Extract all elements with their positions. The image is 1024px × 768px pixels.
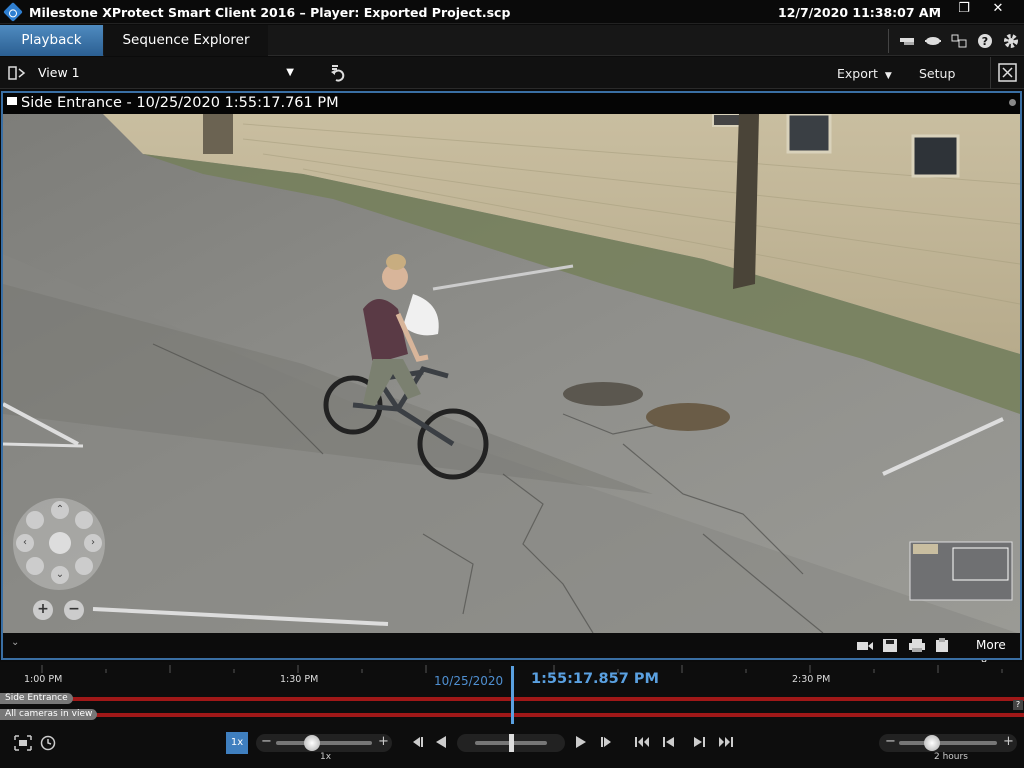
speed-slider[interactable]: − + xyxy=(256,734,392,752)
camera-title: Side Entrance - 10/25/2020 1:55:17.761 P… xyxy=(21,95,339,111)
track-label: All cameras in view xyxy=(0,709,98,720)
zoom-out-icon[interactable]: − xyxy=(64,600,84,620)
export-menu[interactable]: Export ▼ xyxy=(837,66,892,81)
time-span-decrease-icon[interactable]: − xyxy=(885,734,896,749)
camera-status-icon[interactable] xyxy=(924,32,942,50)
save-icon[interactable] xyxy=(882,638,898,656)
record-camera-icon[interactable] xyxy=(856,639,874,656)
export-label: Export xyxy=(837,66,878,81)
svg-text:?: ? xyxy=(982,35,988,48)
snapshot-frame-icon[interactable] xyxy=(14,735,32,755)
close-button[interactable]: ✕ xyxy=(982,0,1014,20)
tick-label: 1:30 PM xyxy=(280,674,319,685)
tick-label: 1:00 PM xyxy=(24,674,63,685)
settings-gear-icon[interactable] xyxy=(1002,32,1020,50)
time-span-slider-knob[interactable] xyxy=(924,735,940,751)
video-feed[interactable]: ⌃ ⌄ ‹ › + − xyxy=(3,114,1020,633)
tab-playback[interactable]: Playback xyxy=(0,25,103,56)
live-indicator-icon xyxy=(1009,99,1016,106)
clipboard-icon[interactable] xyxy=(935,637,949,656)
network-devices-icon[interactable] xyxy=(898,32,916,50)
ptz-control-pad: ⌃ ⌄ ‹ › xyxy=(13,498,105,590)
print-icon[interactable] xyxy=(908,638,926,656)
view-selector[interactable]: View 1 ▼ xyxy=(30,60,300,86)
collapse-chevron-icon[interactable]: ⌄ xyxy=(11,637,19,648)
timeline-playhead[interactable] xyxy=(511,666,514,724)
play-reverse-icon[interactable] xyxy=(434,736,448,752)
undo-view-icon[interactable] xyxy=(328,63,348,86)
ptz-up-icon[interactable]: ⌃ xyxy=(51,501,69,519)
go-to-end-icon[interactable] xyxy=(718,736,734,752)
ptz-right-icon[interactable]: › xyxy=(84,534,102,552)
timeline-current-time: 1:55:17.857 PM xyxy=(531,671,659,687)
previous-sequence-icon[interactable] xyxy=(662,736,676,752)
ptz-up-left-icon[interactable] xyxy=(26,511,44,529)
next-sequence-icon[interactable] xyxy=(692,736,706,752)
camera-view-item[interactable]: Side Entrance - 10/25/2020 1:55:17.761 P… xyxy=(1,91,1022,666)
view-selector-label: View 1 xyxy=(38,65,80,80)
tab-sequence-explorer[interactable]: Sequence Explorer xyxy=(104,25,268,56)
playback-controls: 1x − + 1x − + 2 hours xyxy=(0,724,1024,768)
speed-slider-knob[interactable] xyxy=(304,735,320,751)
next-frame-icon[interactable] xyxy=(600,736,614,752)
title-bar: Milestone XProtect Smart Client 2016 – P… xyxy=(0,0,1024,24)
camera-toolbar: ⌄ More ⌄ xyxy=(3,633,1020,666)
camera-icon xyxy=(7,97,17,105)
video-frame-image xyxy=(3,114,1020,633)
ptz-left-icon[interactable]: ‹ xyxy=(16,534,34,552)
timeline-date: 10/25/2020 xyxy=(434,674,504,688)
ptz-down-right-icon[interactable] xyxy=(75,557,93,575)
chevron-down-icon: ▼ xyxy=(286,67,294,78)
help-icon[interactable]: ? xyxy=(976,32,994,50)
tab-bar: Playback Sequence Explorer ? xyxy=(0,25,1024,56)
speed-value: 1x xyxy=(320,752,332,762)
system-clock: 12/7/2020 11:38:07 AM xyxy=(778,5,942,20)
more-label: More xyxy=(976,638,1006,652)
app-logo-icon xyxy=(3,2,23,22)
go-to-start-icon[interactable] xyxy=(634,736,650,752)
speed-1x-button[interactable]: 1x xyxy=(226,732,248,754)
previous-frame-icon[interactable] xyxy=(410,736,424,752)
jog-shuttle[interactable] xyxy=(457,734,565,752)
ptz-home-icon[interactable] xyxy=(49,532,71,554)
window-mode-icon[interactable] xyxy=(950,32,968,50)
toggle-pane-icon[interactable] xyxy=(8,64,28,85)
window-title: Milestone XProtect Smart Client 2016 – P… xyxy=(29,5,511,20)
tick-label: 2:30 PM xyxy=(792,674,831,685)
jog-shuttle-handle[interactable] xyxy=(509,734,514,752)
fullscreen-icon[interactable] xyxy=(998,63,1018,86)
ptz-up-right-icon[interactable] xyxy=(75,511,93,529)
ptz-down-icon[interactable]: ⌄ xyxy=(51,566,69,584)
time-span-value: 2 hours xyxy=(934,752,968,762)
export-chevron-icon: ▼ xyxy=(884,71,892,81)
speed-decrease-icon[interactable]: − xyxy=(261,734,272,749)
camera-header: Side Entrance - 10/25/2020 1:55:17.761 P… xyxy=(3,93,1020,114)
time-span-slider[interactable]: − + xyxy=(879,734,1017,752)
restore-button[interactable]: ❐ xyxy=(948,0,980,20)
time-span-increase-icon[interactable]: + xyxy=(1003,734,1014,749)
ptz-down-left-icon[interactable] xyxy=(26,557,44,575)
play-forward-icon[interactable] xyxy=(574,736,588,752)
timeline[interactable]: 1:00 PM 1:30 PM 2:30 PM 10/25/2020 1:55:… xyxy=(0,662,1024,724)
timeline-help-icon[interactable]: ? xyxy=(1013,700,1023,710)
track-label: Side Entrance xyxy=(0,693,73,704)
zoom-in-icon[interactable]: + xyxy=(33,600,53,620)
view-toolbar: View 1 ▼ Export ▼ Setup xyxy=(0,57,1024,89)
setup-button[interactable]: Setup xyxy=(919,66,955,81)
clock-icon[interactable] xyxy=(40,735,56,755)
speed-increase-icon[interactable]: + xyxy=(378,734,389,749)
